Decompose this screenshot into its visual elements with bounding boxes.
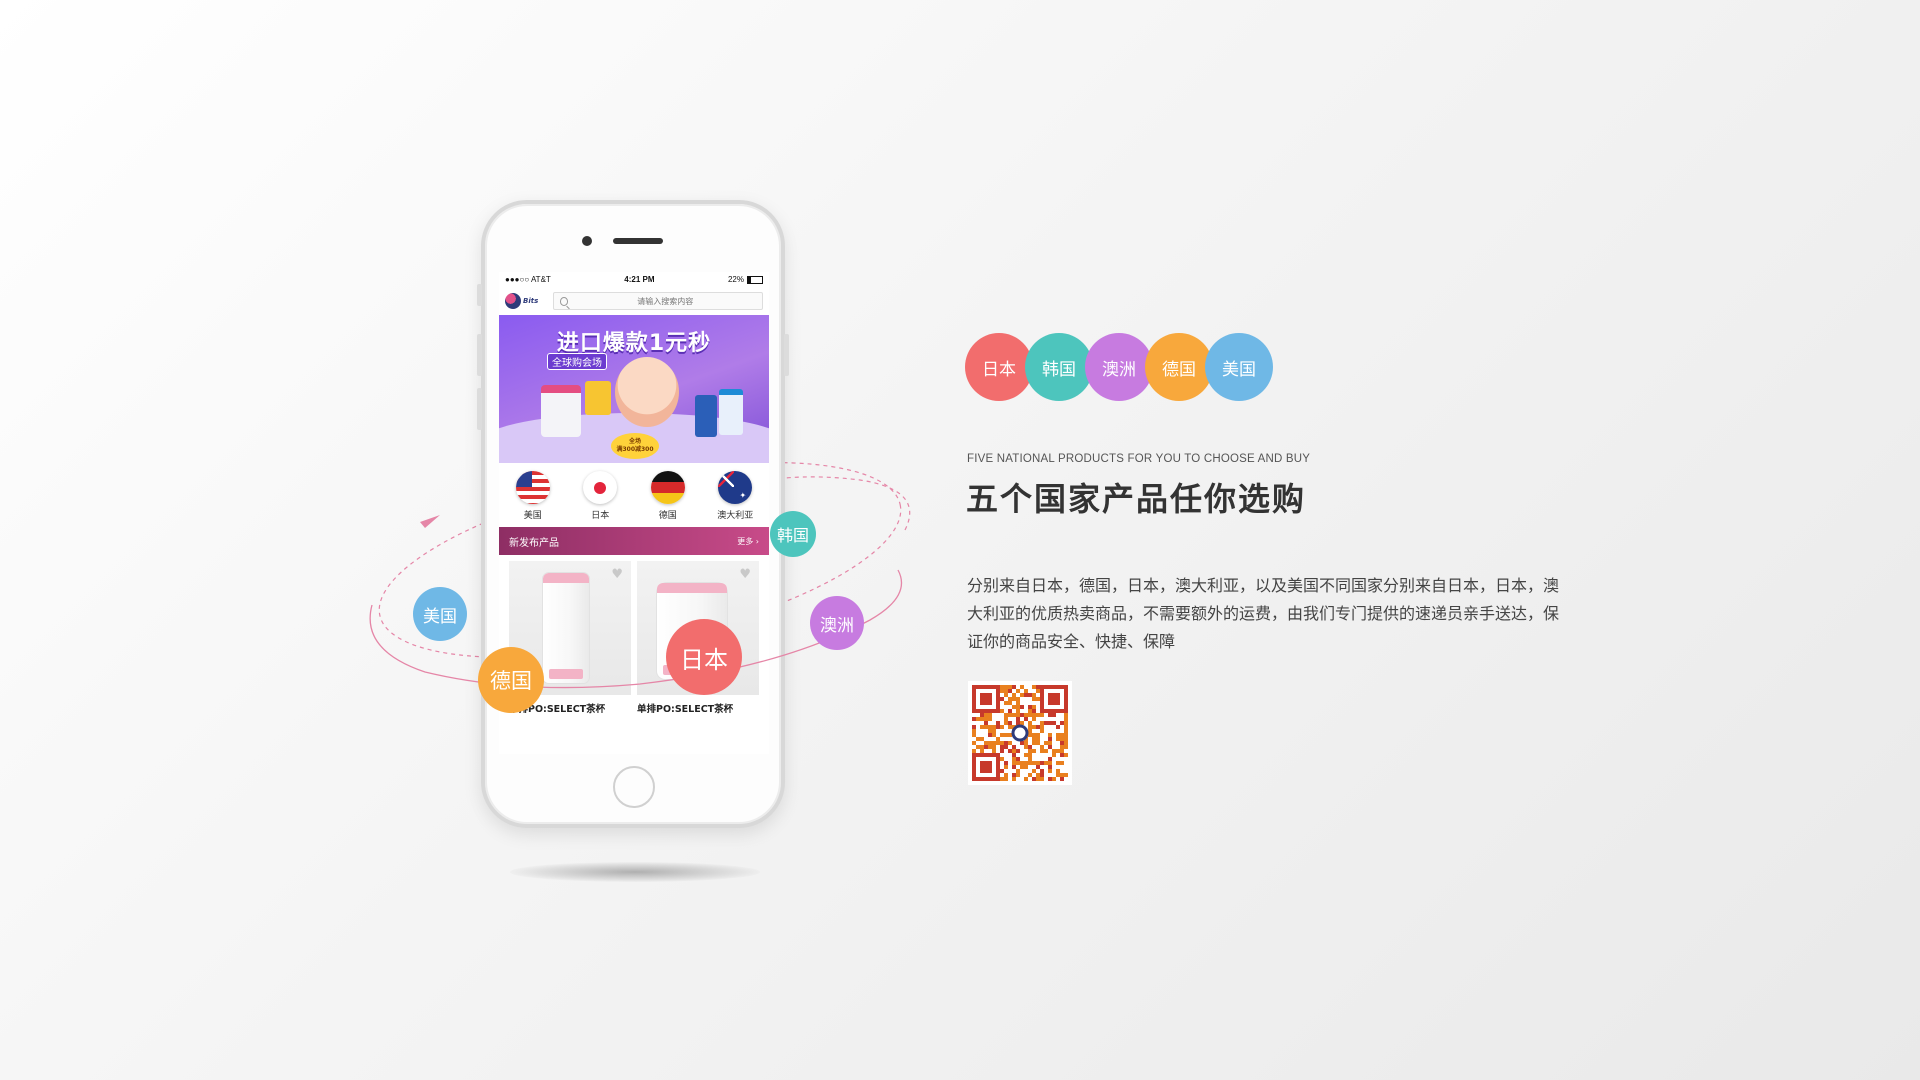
battery-icon [746,275,763,284]
qr-code[interactable] [968,681,1072,785]
orbit-front-ring [369,476,911,689]
home-button[interactable] [613,766,655,808]
orbit-bubble-label: 德国 [490,669,532,693]
country-item-japan[interactable]: 日本 [570,471,630,521]
tag-label: 美国 [1222,359,1256,380]
carrier-signal: ●●●○○ AT&T [505,275,551,284]
section-title: 新发布产品 [509,537,559,549]
banner-subtitle: 全球购会场 [547,353,607,370]
country-item-usa[interactable]: 美国 [503,471,563,521]
diaper-package-image [541,385,581,437]
qr-code-icon [972,685,1068,781]
page-headline: 五个国家产品任你选购 [966,480,1307,518]
phone-volume-down [477,388,482,430]
product-box-white-image [719,389,743,435]
phone-mute-switch [477,284,482,306]
discount-badge: 全场 满300减300 [611,433,659,459]
orbit-bubble-label: 美国 [423,606,457,627]
app-header: Bits [499,287,769,315]
orbit-bubble-label: 日本 [680,645,728,674]
country-label: 澳大利亚 [717,511,754,521]
tag-korea: 韩国 [1025,333,1093,401]
badge-line-2: 满300减300 [616,446,654,453]
tea-cup-image [543,573,589,683]
tag-label: 德国 [1162,359,1196,380]
japan-flag-icon [583,471,618,504]
country-label: 美国 [523,511,542,521]
baby-image [615,357,679,427]
orbit-bubble-japan: 日本 [666,619,742,695]
orbit-bubble-korea: 韩国 [770,511,816,557]
showcase-stage: ●●●○○ AT&T 4:21 PM 22% Bits 进口爆款1元秒 全球购会… [0,0,1920,1080]
orbit-bubble-usa: 美国 [413,587,467,641]
tag-label: 澳洲 [1102,359,1136,380]
germany-flag-icon [650,471,685,504]
battery-percent: 22% [727,275,744,284]
camera-icon [582,236,592,246]
description-text: 分别来自日本，德国，日本，澳大利亚，以及美国不同国家分别来自日本，日本，澳大利亚… [967,576,1560,651]
phone-volume-up [477,334,482,376]
country-item-germany[interactable]: 德国 [638,471,698,521]
tag-usa: 美国 [1205,333,1273,401]
snack-box-image [585,381,611,415]
phone-speaker [613,238,663,244]
banner-title: 进口爆款1元秒 [556,331,712,356]
app-logo[interactable]: Bits [505,291,545,311]
country-item-australia[interactable]: 澳大利亚 [705,471,765,521]
phone-power-button [784,334,789,376]
badge-line-1: 全场 [628,438,641,445]
more-link[interactable]: 更多 › [737,536,759,547]
product-name: 单排PO:SELECT茶杯 [637,704,734,715]
promo-banner[interactable]: 进口爆款1元秒 全球购会场 全场 满300减300 [499,315,769,463]
country-label: 德国 [658,511,677,521]
australia-flag-icon [718,471,753,504]
tag-label: 韩国 [1042,359,1076,380]
new-products-header: 新发布产品 更多 › [499,527,769,555]
tag-label: 日本 [982,359,1016,380]
logo-mark-icon [505,293,521,309]
orbit-back-ring [378,461,902,659]
tag-germany: 德国 [1145,333,1213,401]
search-bar[interactable] [553,292,763,310]
search-input[interactable] [574,296,756,306]
status-bar: ●●●○○ AT&T 4:21 PM 22% [499,272,769,287]
search-icon [560,296,569,306]
orbit-bubble-label: 澳洲 [820,615,854,636]
phone-mockup: ●●●○○ AT&T 4:21 PM 22% Bits 进口爆款1元秒 全球购会… [477,200,789,828]
orbit-bubble-australia: 澳洲 [810,596,864,650]
country-nav: 美国 日本 德国 澳大利亚 [499,463,769,521]
orbit-bubble-label: 韩国 [776,526,809,545]
tag-australia: 澳洲 [1085,333,1153,401]
phone-shadow [510,862,760,882]
country-label: 日本 [591,511,610,521]
heart-icon[interactable]: ♥ [739,567,751,582]
heart-icon[interactable]: ♥ [611,567,623,582]
us-flag-icon [515,471,550,504]
english-subtitle: FIVE NATIONAL PRODUCTS FOR YOU TO CHOOSE… [967,453,1311,465]
battery-status: 22% [728,275,763,284]
tag-japan: 日本 [965,333,1033,401]
product-box-blue-image [695,395,717,437]
orbit-bubble-germany: 德国 [478,647,544,713]
status-time: 4:21 PM [624,275,655,284]
logo-text: Bits [523,297,539,305]
